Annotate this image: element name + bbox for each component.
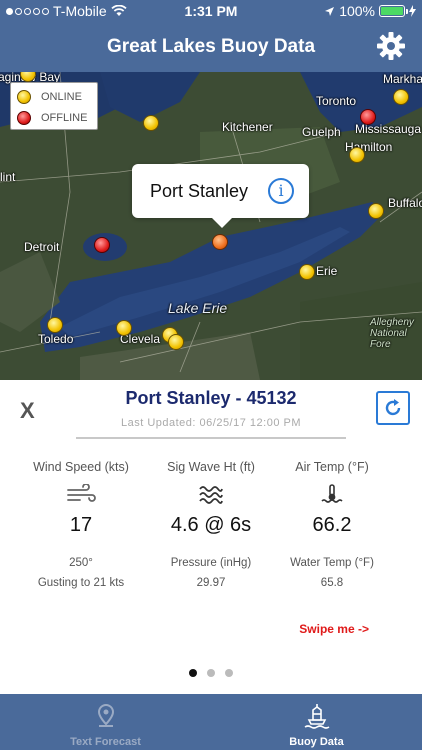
status-bar: T-Mobile 1:31 PM 100% (0, 0, 422, 22)
air-temp-header: Air Temp (°F) (295, 460, 369, 474)
gear-icon[interactable] (376, 31, 406, 61)
location-arrow-icon (325, 6, 335, 16)
swipe-hint[interactable]: Swipe me -> (299, 622, 369, 636)
map-label-detroit: Detroit (24, 240, 60, 254)
water-temp-label: Water Temp (°F) (290, 557, 374, 569)
station-callout[interactable]: Port Stanley i (132, 164, 309, 228)
legend-online: ONLINE (17, 90, 82, 104)
charging-icon (409, 5, 416, 17)
tab-bar: Text Forecast Buoy Data (0, 694, 422, 750)
buoy-pin-offline[interactable] (94, 237, 110, 253)
map-label-kitchener: Kitchener (222, 120, 273, 134)
page-title: Great Lakes Buoy Data (106, 36, 316, 57)
wind-gust: Gusting to 21 kts (37, 577, 125, 589)
buoy-pin-online[interactable] (393, 89, 409, 105)
wind-speed-header: Wind Speed (kts) (33, 460, 129, 474)
page-dot-3[interactable] (225, 669, 233, 677)
battery-icon (379, 5, 408, 17)
air-temp-value: 66.2 (312, 514, 352, 536)
divider (76, 437, 346, 439)
callout-station-name: Port Stanley (150, 181, 249, 201)
map-label-lake-erie: Lake Erie (168, 300, 228, 316)
battery-percent: 100% (339, 3, 375, 19)
page-indicator[interactable] (0, 669, 422, 677)
legend-offline: OFFLINE (17, 111, 87, 125)
tab-text-forecast[interactable]: Text Forecast (0, 694, 211, 750)
map-legend: ONLINE OFFLINE (10, 82, 98, 130)
buoy-pin-offline[interactable] (360, 109, 376, 125)
tab-buoy-data[interactable]: Buoy Data (211, 694, 422, 750)
buoy-pin-online[interactable] (349, 147, 365, 163)
page-dot-1[interactable] (189, 669, 197, 677)
map-label-guelph: Guelph (302, 125, 341, 139)
pressure-value: 29.97 (196, 577, 226, 589)
wind-direction: 250° (69, 557, 93, 569)
location-pin-icon (97, 703, 115, 727)
map-label-toledo: Toledo (38, 332, 74, 346)
wind-icon (67, 484, 96, 502)
page-dot-2[interactable] (207, 669, 215, 677)
buoy-pin-online[interactable] (47, 317, 63, 333)
legend-online-label: ONLINE (41, 91, 82, 103)
map-label-markham: Markha (383, 72, 422, 86)
air-temp-column: Air Temp (°F) 66.2 Water Temp (°F) 65.8 (262, 460, 402, 589)
buoy-pin-online[interactable] (299, 264, 315, 280)
tab-buoy-data-label: Buoy Data (289, 736, 344, 748)
online-pin-icon (17, 90, 31, 104)
water-temp-icon (321, 484, 343, 503)
refresh-button[interactable] (376, 391, 410, 425)
refresh-icon (385, 399, 401, 416)
tab-text-forecast-label: Text Forecast (70, 736, 141, 748)
map-label-toronto: Toronto (316, 94, 357, 108)
buoy-pin-online[interactable] (168, 334, 184, 350)
wind-column: Wind Speed (kts) 17 250° Gusting to 21 k… (11, 460, 151, 589)
buoy-pin-selected[interactable] (212, 234, 228, 250)
nav-header: T-Mobile 1:31 PM 100% Great Lakes Buoy D… (0, 0, 422, 72)
buoy-pin-online[interactable] (116, 320, 132, 336)
legend-offline-label: OFFLINE (41, 112, 88, 124)
wind-speed-value: 17 (69, 514, 93, 536)
pressure-label: Pressure (inHg) (170, 557, 252, 569)
buoy-pin-online[interactable] (143, 115, 159, 131)
buoy-pin-online[interactable] (368, 203, 384, 219)
buoy-map[interactable]: aginaw Bay Markha Toronto Kitchener Guel… (0, 72, 422, 380)
wave-column: Sig Wave Ht (ft) 4.6 @ 6s Pressure (inHg… (141, 460, 281, 589)
water-temp-value: 65.8 (320, 577, 344, 589)
last-updated: Last Updated: 06/25/17 12:00 PM (120, 417, 301, 429)
buoy-icon (304, 704, 330, 729)
map-label-flint: lint (0, 170, 16, 184)
wave-icon (199, 486, 223, 504)
info-icon[interactable]: i (268, 178, 294, 204)
offline-pin-icon (17, 111, 31, 125)
map-label-allegheny: Allegheny National Fore (370, 317, 414, 350)
map-label-erie: Erie (316, 264, 338, 278)
wave-height-header: Sig Wave Ht (ft) (167, 460, 255, 474)
station-detail-panel: X Port Stanley - 45132 Last Updated: 06/… (0, 380, 422, 694)
wave-height-value: 4.6 @ 6s (170, 514, 252, 536)
map-label-buffalo: Buffalo (388, 196, 422, 210)
status-right: 100% (324, 3, 416, 19)
station-title: Port Stanley - 45132 (125, 388, 297, 408)
